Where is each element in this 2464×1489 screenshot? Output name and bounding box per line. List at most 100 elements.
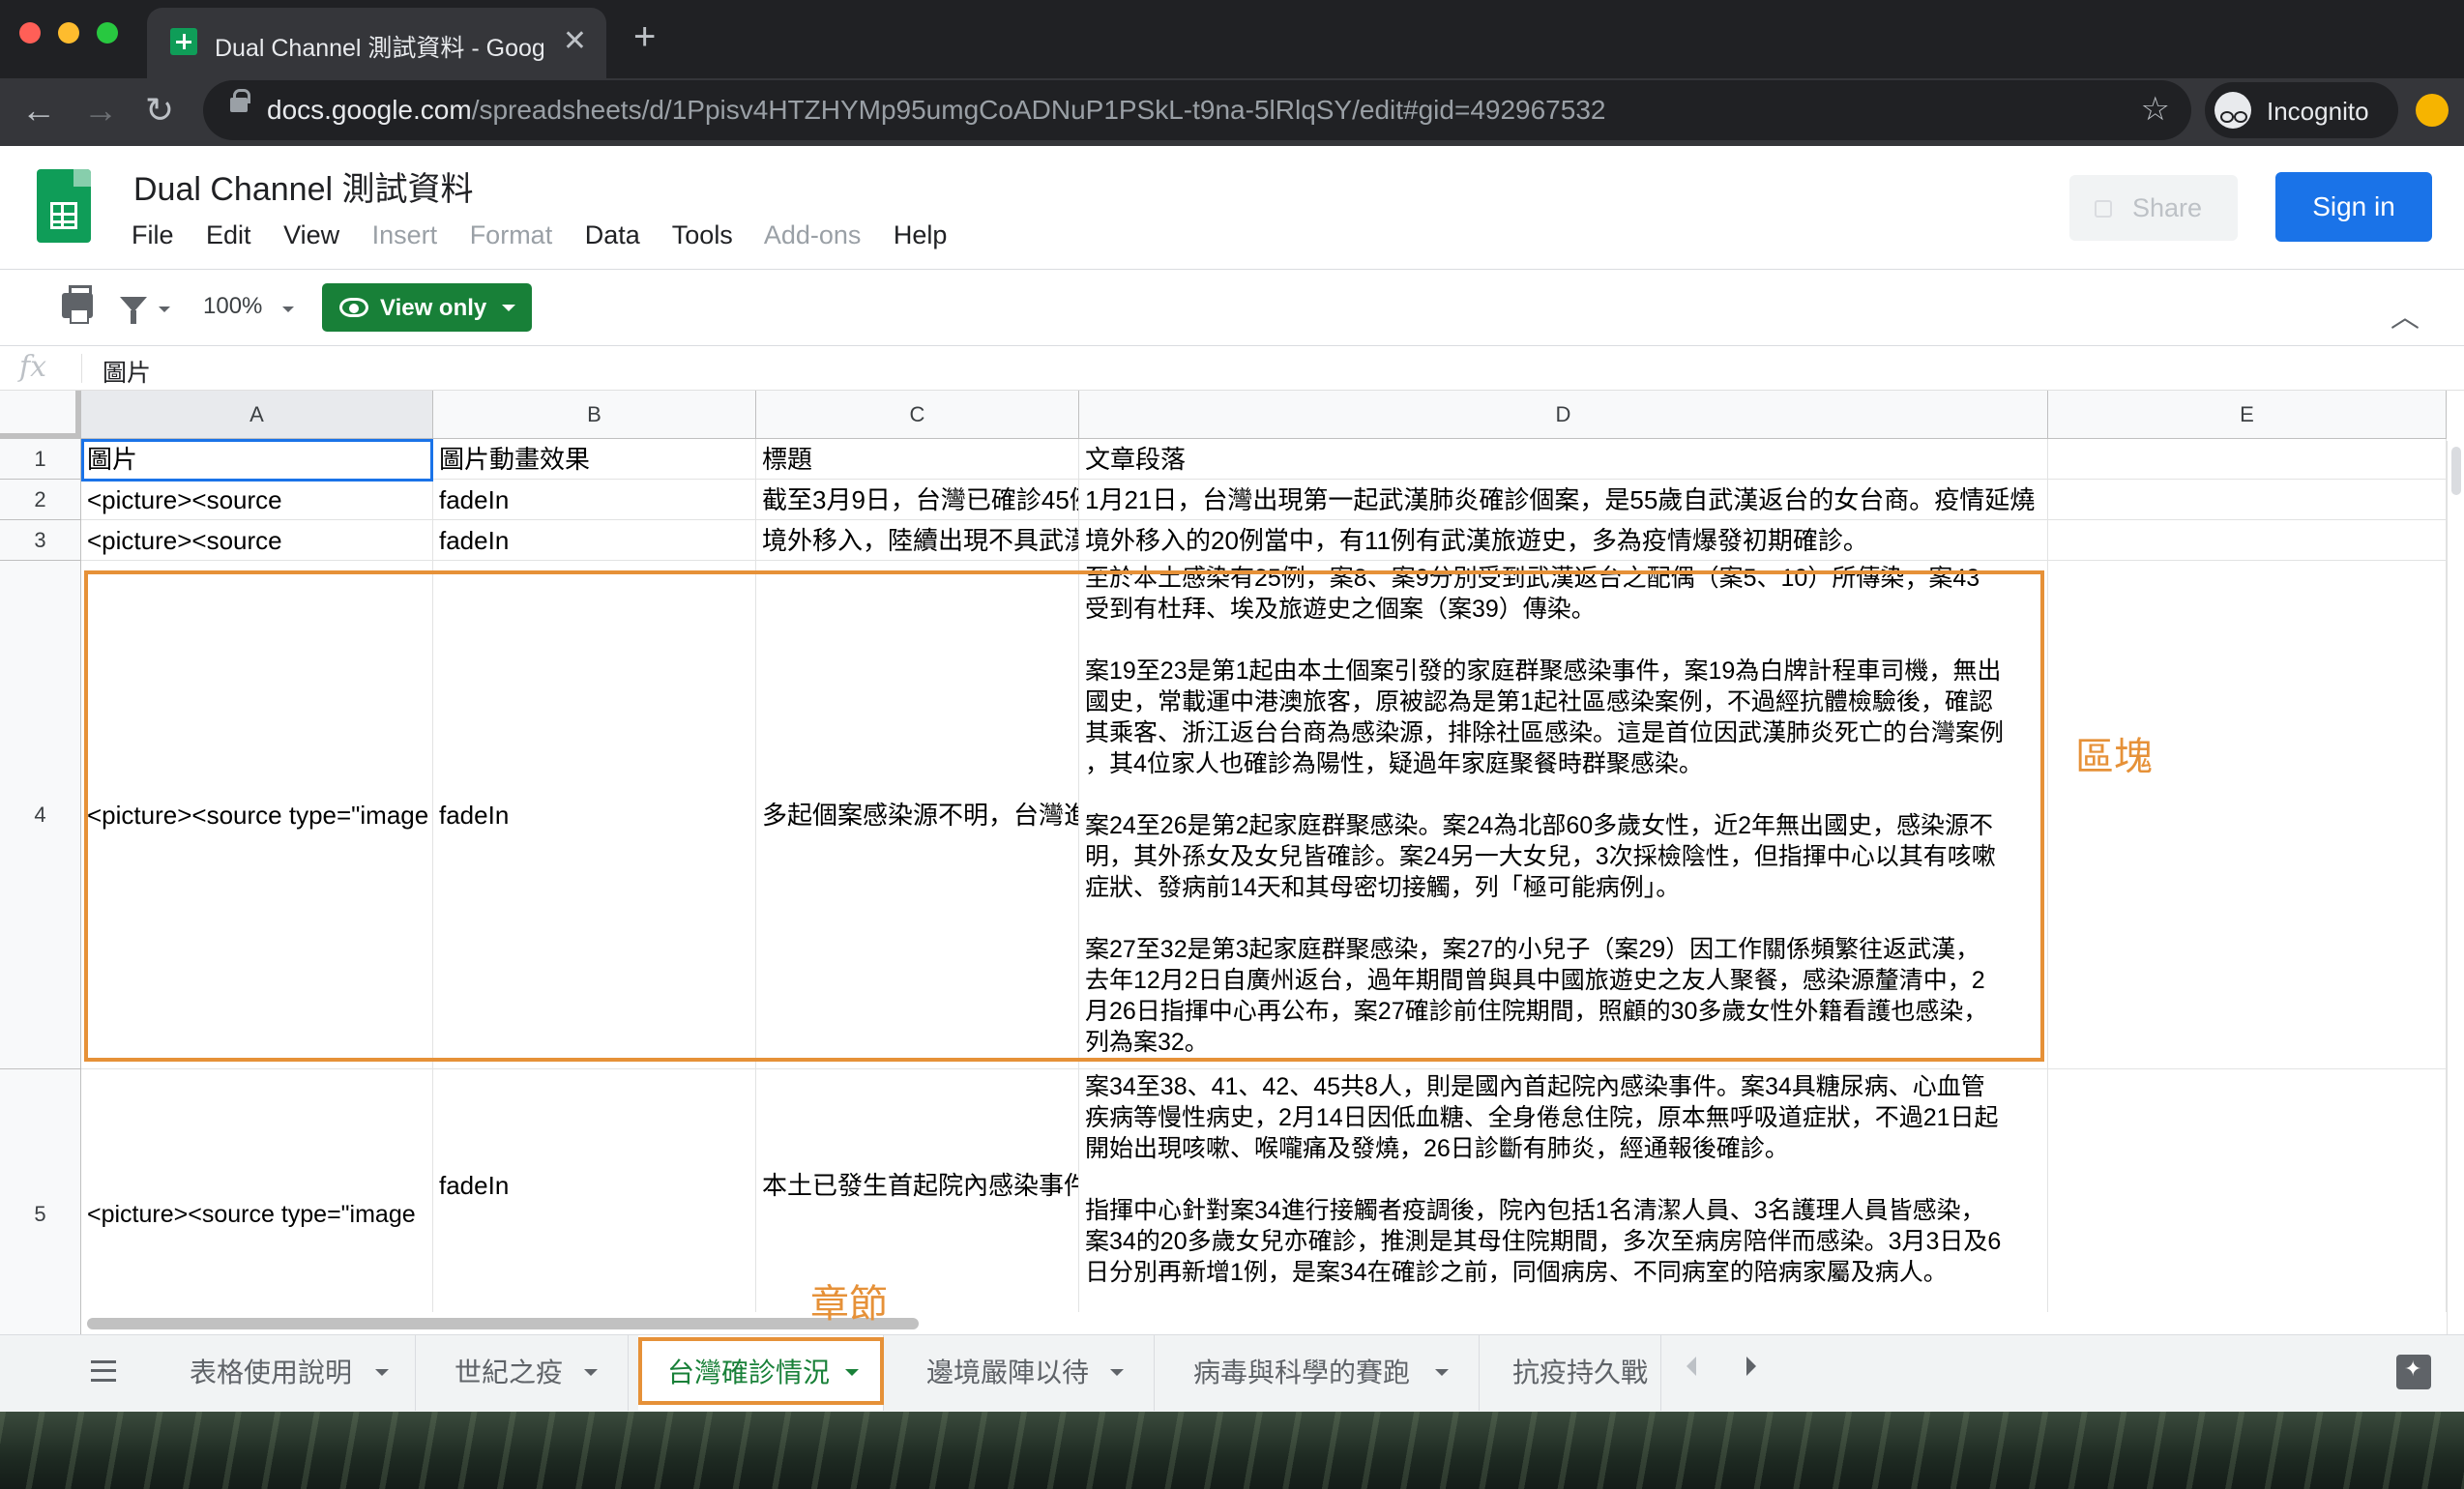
tab-close-icon[interactable]: ✕ [563, 24, 587, 58]
horizontal-scrollbar[interactable] [81, 1312, 2447, 1334]
cell-e2[interactable] [2048, 480, 2447, 520]
cell-c2[interactable]: 截至3月9日，台灣已確診45例 [756, 480, 1079, 520]
column-header-b[interactable]: B [433, 391, 756, 439]
sheet-tab-2-dropdown-icon[interactable] [584, 1369, 598, 1376]
menu-file[interactable]: File [132, 220, 174, 249]
view-only-button[interactable]: View only [322, 283, 532, 332]
menu-edit[interactable]: Edit [206, 220, 251, 249]
browser-toolbar: ← → ↻ docs.google.com/spreadsheets/d/1Pp… [0, 78, 2464, 146]
cell-d3[interactable]: 境外移入的20例當中，有11例有武漢旅遊史，多為疫情爆發初期確診。 [1079, 520, 2048, 561]
browser-tab-title: Dual Channel 測試資料 - Google Sheets [215, 35, 543, 62]
cell-d5[interactable]: 案34至38、41、42、45共8人，則是國內首起院內感染事件。案34具糖尿病、… [1079, 1069, 2048, 1334]
profile-avatar[interactable] [2416, 94, 2449, 127]
column-header-a[interactable]: A [81, 391, 433, 439]
sheet-tab-1[interactable]: 表格使用說明 [161, 1335, 416, 1411]
zoom-select[interactable]: 100% [203, 293, 262, 320]
window-minimize-button[interactable] [58, 22, 79, 44]
cell-c4[interactable]: 多起個案感染源不明，台灣進 [756, 561, 1079, 1069]
window-maximize-button[interactable] [97, 22, 118, 44]
sheet-tab-5-label: 病毒與科學的賽跑 [1193, 1358, 1411, 1387]
sheet-tab-6[interactable]: 抗疫持久戰 [1489, 1335, 1661, 1411]
filter-icon[interactable] [120, 297, 147, 324]
row-header-1[interactable]: 1 [0, 439, 81, 480]
address-bar[interactable]: docs.google.com/spreadsheets/d/1Ppisv4HT… [203, 80, 2191, 140]
chapter-highlight-box [638, 1337, 884, 1405]
filter-dropdown-icon[interactable] [159, 307, 170, 312]
url-text: docs.google.com/spreadsheets/d/1Ppisv4HT… [267, 95, 1606, 125]
cell-e5[interactable] [2048, 1069, 2447, 1334]
scroll-tabs-right-icon[interactable] [1746, 1357, 1756, 1376]
menu-addons: Add-ons [763, 220, 862, 249]
cell-c1[interactable]: 標題 [756, 439, 1079, 480]
menu-help[interactable]: Help [894, 220, 948, 249]
forward-arrow-icon[interactable]: → [83, 90, 118, 131]
menu-data[interactable]: Data [585, 220, 640, 249]
sheet-tab-4-dropdown-icon[interactable] [1110, 1369, 1124, 1376]
cell-a3[interactable]: <picture><source [81, 520, 433, 561]
sheet-tab-2[interactable]: 世紀之疫 [425, 1335, 629, 1411]
cell-d2[interactable]: 1月21日，台灣出現第一起武漢肺炎確診個案，是55歲自武漢返台的女台商。疫情延燒 [1079, 480, 2048, 520]
cell-d1[interactable]: 文章段落 [1079, 439, 2048, 480]
signin-button[interactable]: Sign in [2275, 172, 2432, 242]
browser-tab-strip: Dual Channel 測試資料 - Google Sheets ✕ + [0, 0, 2464, 78]
window-close-button[interactable] [19, 22, 41, 44]
sheet-tab-5[interactable]: 病毒與科學的賽跑 [1164, 1335, 1480, 1411]
new-tab-icon[interactable]: + [633, 15, 656, 59]
all-sheets-menu-icon[interactable] [91, 1360, 116, 1382]
menu-tools[interactable]: Tools [672, 220, 733, 249]
collapse-menus-icon[interactable]: ︿ [2391, 293, 2420, 336]
column-header-e[interactable]: E [2048, 391, 2447, 439]
vertical-scrollbar[interactable] [2447, 441, 2464, 1334]
sheet-tab-5-dropdown-icon[interactable] [1435, 1369, 1449, 1376]
cell-e4[interactable] [2048, 561, 2447, 1069]
select-all-corner[interactable] [0, 391, 81, 439]
cell-b5[interactable]: fadeIn [433, 1069, 756, 1334]
spreadsheet-grid: A B C D E 1 2 3 4 5 圖片 圖片動畫效果 標題 文章段落 <p… [0, 391, 2464, 1334]
zoom-dropdown-icon[interactable] [282, 307, 294, 312]
print-icon[interactable] [62, 285, 93, 324]
cell-b3[interactable]: fadeIn [433, 520, 756, 561]
incognito-label: Incognito [2267, 97, 2369, 126]
cell-d4[interactable]: 至於本土感染有25例，案8、案9分別受到武漢返台之配偶（案5、10）所傳染；案4… [1079, 561, 2048, 1069]
menu-format: Format [469, 220, 553, 249]
row-header-3[interactable]: 3 [0, 520, 81, 561]
scroll-tabs-left-icon[interactable] [1687, 1357, 1696, 1376]
back-arrow-icon[interactable]: ← [21, 90, 56, 131]
bookmark-star-icon[interactable]: ☆ [2141, 90, 2170, 129]
row-header-5[interactable]: 5 [0, 1069, 81, 1334]
sheet-tab-6-label: 抗疫持久戰 [1512, 1358, 1649, 1387]
doc-header: Dual Channel 測試資料 File Edit View Insert … [0, 146, 2464, 269]
incognito-badge[interactable]: Incognito [2205, 82, 2398, 138]
cell-a4[interactable]: <picture><source type="image [81, 561, 433, 1069]
sheets-logo-icon[interactable] [37, 169, 91, 243]
cell-b2[interactable]: fadeIn [433, 480, 756, 520]
doc-title[interactable]: Dual Channel 測試資料 [133, 162, 473, 210]
cell-b1[interactable]: 圖片動畫效果 [433, 439, 756, 480]
reload-icon[interactable]: ↻ [145, 90, 174, 131]
explore-icon[interactable] [2396, 1355, 2431, 1389]
cell-a2[interactable]: <picture><source [81, 480, 433, 520]
sheet-tab-2-label: 世紀之疫 [455, 1358, 564, 1387]
row-header-2[interactable]: 2 [0, 480, 81, 520]
fx-icon: fx [19, 350, 47, 384]
sheet-tab-4[interactable]: 邊境嚴陣以待 [897, 1335, 1155, 1411]
active-cell-selection [81, 439, 433, 482]
cell-e3[interactable] [2048, 520, 2447, 561]
cell-c3[interactable]: 境外移入，陸續出現不具武漢 [756, 520, 1079, 561]
horizontal-scroll-thumb[interactable] [87, 1318, 919, 1329]
sheets-toolbar: 100% View only ︿ [0, 269, 2464, 346]
cell-e1[interactable] [2048, 439, 2447, 480]
formula-input[interactable]: 圖片 [103, 354, 151, 389]
menu-bar: File Edit View Insert Format Data Tools … [132, 220, 972, 250]
column-header-d[interactable]: D [1079, 391, 2048, 439]
browser-tab[interactable]: Dual Channel 測試資料 - Google Sheets ✕ [147, 8, 606, 78]
sheet-tab-1-dropdown-icon[interactable] [375, 1369, 389, 1376]
vertical-scroll-thumb[interactable] [2451, 447, 2461, 495]
cell-b4[interactable]: fadeIn [433, 561, 756, 1069]
column-header-c[interactable]: C [756, 391, 1079, 439]
menu-view[interactable]: View [283, 220, 339, 249]
cell-a5[interactable]: <picture><source type="image [81, 1069, 433, 1334]
row-header-4[interactable]: 4 [0, 561, 81, 1069]
incognito-icon [2215, 92, 2251, 129]
cell-c5[interactable]: 本土已發生首起院內感染事件 [756, 1069, 1079, 1334]
